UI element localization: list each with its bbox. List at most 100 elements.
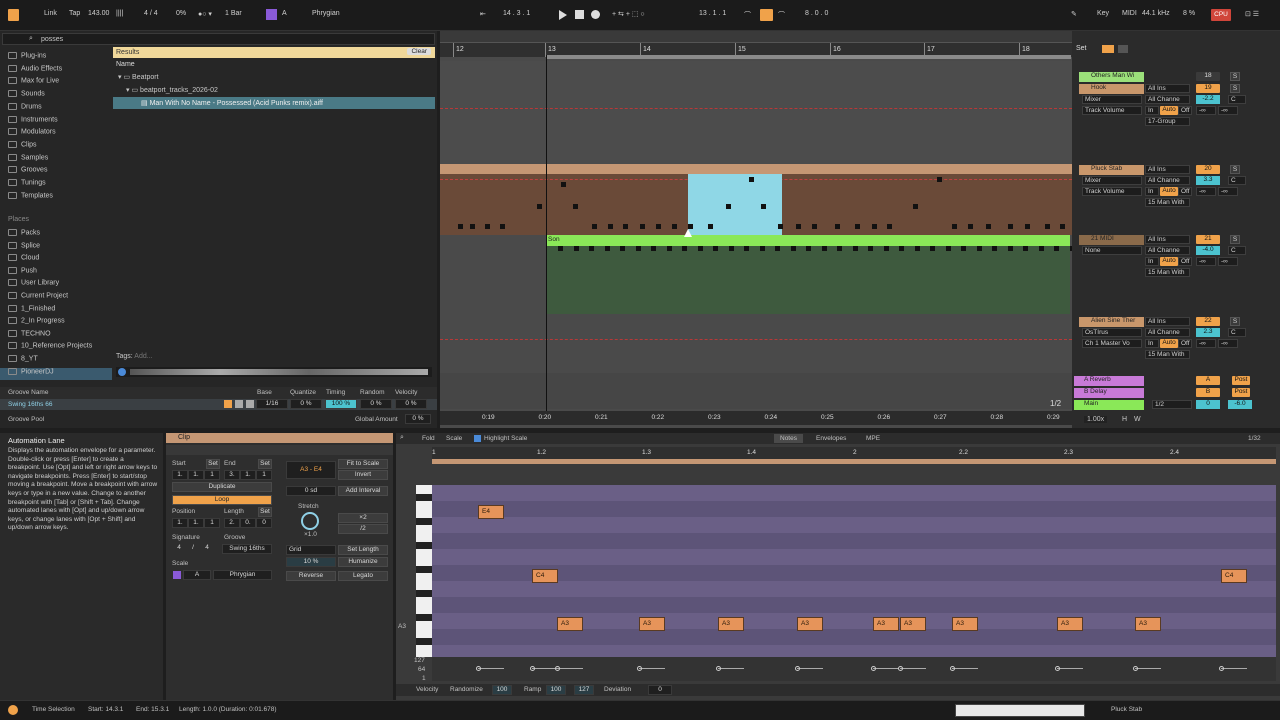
clip-title-bar[interactable]: Clip <box>166 433 393 443</box>
place-item[interactable]: User Library <box>8 279 59 291</box>
solo-button[interactable]: S <box>1230 235 1240 244</box>
monitor-off[interactable]: Off <box>1178 339 1192 348</box>
category-item[interactable]: Drums <box>8 102 42 115</box>
send-a[interactable]: -∞ <box>1196 106 1216 115</box>
midi-note[interactable]: A3 <box>900 617 926 631</box>
clip-header-pluck[interactable] <box>440 164 1072 174</box>
output-select[interactable]: 15 Man With <box>1145 198 1190 207</box>
return-letter[interactable]: B <box>1196 388 1220 397</box>
return-letter[interactable]: A <box>1196 376 1220 385</box>
velocity-handle[interactable] <box>950 666 955 671</box>
velocity-stem[interactable] <box>716 666 744 671</box>
grid-select[interactable]: Grid <box>286 545 336 555</box>
nudge-icon[interactable]: |||| <box>116 10 123 17</box>
editor-loop-bar[interactable] <box>432 459 1276 464</box>
input-channel-select[interactable]: All Channe <box>1145 95 1190 104</box>
start-six[interactable]: 1 <box>204 470 220 480</box>
groove-quantize[interactable]: 0 % <box>290 399 322 409</box>
monitor-in[interactable]: In <box>1145 187 1159 196</box>
output-select[interactable]: 15 Man With <box>1145 350 1190 359</box>
place-item[interactable]: Push <box>8 266 37 279</box>
song-position[interactable]: 14 . 3 . 1 <box>503 10 530 17</box>
tab-envelopes[interactable]: Envelopes <box>816 435 846 442</box>
velocity-handle[interactable] <box>871 666 876 671</box>
midi-note[interactable]: E4 <box>478 505 504 519</box>
category-item[interactable]: Audio Effects <box>8 64 62 77</box>
volume-field[interactable]: -2.2 <box>1196 95 1220 104</box>
midi-map-button[interactable]: MIDI <box>1122 10 1137 17</box>
invert-button[interactable]: Invert <box>338 470 388 480</box>
overview-strip[interactable] <box>440 31 1072 43</box>
monitor-in[interactable]: In <box>1145 106 1159 115</box>
category-item[interactable]: Samples <box>8 153 48 166</box>
output-select[interactable]: 17-Group <box>1145 117 1190 126</box>
position-beat[interactable]: 1. <box>188 518 204 528</box>
category-item[interactable]: Grooves <box>8 166 47 178</box>
input-type-select[interactable]: All Ins <box>1145 317 1190 326</box>
velocity-handle[interactable] <box>795 666 800 671</box>
track-header[interactable]: Pluck Stab <box>1079 165 1144 175</box>
solo-button[interactable]: S <box>1230 165 1240 174</box>
end-bar[interactable]: 3. <box>224 470 240 480</box>
track-header[interactable]: Hook <box>1079 84 1144 94</box>
stretch-knob-icon[interactable] <box>301 512 319 530</box>
position-six[interactable]: 1 <box>204 518 220 528</box>
tap-button[interactable]: Tap <box>69 10 80 17</box>
monitor-off[interactable]: Off <box>1178 106 1192 115</box>
w-button[interactable]: W <box>1134 416 1141 423</box>
scale-button[interactable]: Scale <box>446 435 462 442</box>
velocity-stem[interactable] <box>1219 666 1247 671</box>
velocity-stem[interactable] <box>795 666 823 671</box>
place-item[interactable]: Cloud <box>8 254 39 266</box>
send-a[interactable]: -∞ <box>1196 339 1216 348</box>
track-lane-21-midi[interactable] <box>546 246 1070 314</box>
duplicate-button[interactable]: Duplicate <box>172 482 272 492</box>
pan-field[interactable]: C <box>1228 95 1246 104</box>
deviation-value[interactable]: 0 <box>648 685 672 695</box>
legato-button[interactable]: Legato <box>338 571 388 581</box>
device-chooser[interactable]: Mixer <box>1082 176 1142 185</box>
interval-field[interactable]: 0 sd <box>286 486 336 496</box>
name-column-header[interactable]: Name <box>116 61 135 68</box>
scale-mode[interactable]: Phrygian <box>312 10 340 17</box>
send-b[interactable]: -∞ <box>1218 339 1238 348</box>
add-interval-button[interactable]: Add Interval <box>338 486 388 496</box>
track-header[interactable]: 21 MIDI <box>1079 235 1144 245</box>
tags-add[interactable]: Add... <box>134 353 152 360</box>
sig-denominator[interactable]: 4 <box>200 544 214 554</box>
page-indicator[interactable]: 1/2 <box>1050 399 1061 408</box>
midi-note[interactable]: A3 <box>1135 617 1161 631</box>
track-header[interactable]: Alien Sine Ther <box>1079 317 1144 327</box>
ramp-end[interactable]: 127 <box>574 685 594 695</box>
groove-select[interactable]: Swing 16ths <box>222 544 272 554</box>
monitor-off[interactable]: Off <box>1178 187 1192 196</box>
midi-note[interactable]: A3 <box>718 617 744 631</box>
volume-field[interactable]: 2.3 <box>1196 328 1220 337</box>
note-area[interactable]: E4 C4 A3 A3 A3 A3 A3 A3 A3 A3 A3 C4 <box>432 485 1276 657</box>
pan-field[interactable]: C <box>1228 246 1246 255</box>
velocity-stem[interactable] <box>871 666 899 671</box>
track-lane-hook[interactable] <box>440 61 1072 164</box>
midi-note[interactable]: C4 <box>1221 569 1247 583</box>
midi-note[interactable]: C4 <box>532 569 558 583</box>
send-b[interactable]: -∞ <box>1218 257 1238 266</box>
input-channel-select[interactable]: All Channe <box>1145 176 1190 185</box>
velocity-stem[interactable] <box>637 666 665 671</box>
groove-icons[interactable] <box>224 400 254 408</box>
velocity-stem[interactable] <box>898 666 926 671</box>
reverse-button[interactable]: Reverse <box>286 571 336 581</box>
velocity-handle[interactable] <box>637 666 642 671</box>
overdub-icons[interactable]: + ⇆ + ⬚ ○ <box>612 10 645 18</box>
global-amount-field[interactable]: 0 % <box>405 414 431 424</box>
groove-base[interactable]: 1/16 <box>256 399 288 409</box>
quantize-select[interactable]: 1 Bar <box>225 10 242 17</box>
device-chooser[interactable]: OsTIrus <box>1082 328 1142 337</box>
main-db[interactable]: -6.0 <box>1228 400 1252 409</box>
monitor-in[interactable]: In <box>1145 257 1159 266</box>
groove-random[interactable]: 0 % <box>360 399 392 409</box>
play-icon[interactable] <box>559 10 567 20</box>
post-button[interactable]: Post <box>1232 376 1250 385</box>
groove-timing[interactable]: 100 % <box>325 399 357 409</box>
sig-numerator[interactable]: 4 <box>172 544 186 554</box>
input-type-select[interactable]: All Ins <box>1145 235 1190 244</box>
